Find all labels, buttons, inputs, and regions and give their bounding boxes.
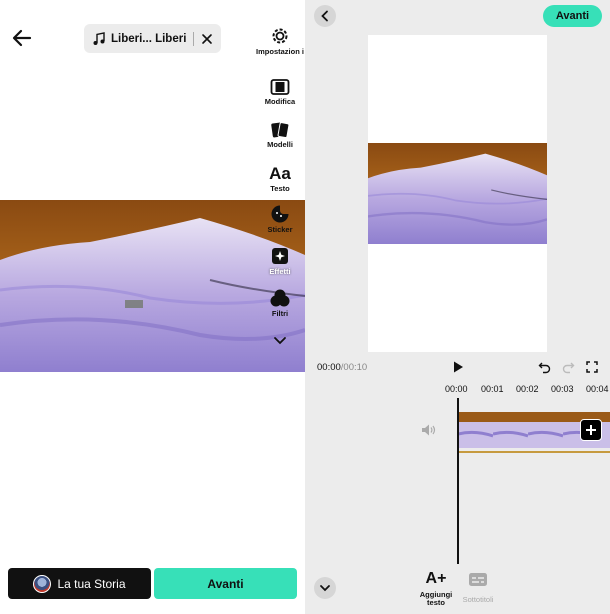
tool-more[interactable] [255,335,305,345]
tool-settings[interactable]: Impostazion i [255,26,305,56]
effects-icon [272,248,288,264]
add-text-icon: A+ [425,570,447,587]
chevron-down-icon [274,337,286,345]
video-preview [368,143,547,244]
back-arrow-icon[interactable] [10,26,34,50]
video-canvas [368,35,547,352]
tool-label: Modifica [264,97,296,106]
svg-text:Aa: Aa [269,164,291,183]
next-button[interactable]: Avanti [154,568,297,599]
undo-icon[interactable] [538,361,551,374]
subtitles-icon [469,573,487,586]
ruler-tick: 00:03 [551,384,574,394]
ruler-tick: 00:01 [481,384,504,394]
subtitles-button[interactable]: Sottotitoli [459,572,497,604]
music-selector[interactable]: Liberi... Liberi-... [84,24,221,53]
your-story-label: La tua Storia [57,576,126,591]
collapse-button[interactable] [314,577,336,599]
next-button[interactable]: Avanti [543,5,602,27]
tool-effects[interactable]: Effetti [255,246,305,276]
redo-icon[interactable] [562,361,575,374]
gear-icon [272,28,288,44]
back-button[interactable] [314,5,336,27]
chevron-down-icon [320,585,330,592]
story-editor-panel: Liberi... Liberi-... Impostazion i [0,0,305,614]
tool-label: Impostazion i [256,47,304,56]
music-note-icon [93,31,105,45]
edit-clip-icon [270,79,290,95]
audio-track-line [458,451,610,453]
volume-icon[interactable] [421,423,436,437]
tool-sticker[interactable]: Sticker [255,204,305,234]
subtitles-label: Sottotitoli [462,595,494,604]
avatar [33,574,52,593]
tool-text[interactable]: Aa Testo [255,163,305,193]
tool-templates[interactable]: Modelli [255,121,305,149]
music-title: Liberi... Liberi-... [111,32,186,45]
tool-label: Modelli [267,140,293,149]
tool-label: Filtri [271,309,289,318]
ruler-tick: 00:00 [445,384,468,394]
close-icon[interactable] [201,33,213,45]
add-text-button[interactable]: A+ Aggiungi testo [418,570,454,607]
divider [193,31,194,46]
tool-edit[interactable]: Modifica [255,78,305,106]
plus-icon [586,425,596,435]
tool-label: Effetti [269,267,291,276]
text-aa-icon: Aa [269,164,291,183]
add-clip-button[interactable] [580,419,602,441]
video-editor-panel: Avanti 00:00/00:10 00:00 00:01 00:02 00:… [305,0,610,614]
tool-label: Testo [270,184,290,193]
time-current: 00:00 [317,362,341,373]
ruler-tick: 00:04 [586,384,609,394]
add-text-label: Aggiungi testo [419,590,453,607]
chevron-left-icon [321,10,328,22]
tool-filters[interactable]: Filtri [255,288,305,318]
play-icon[interactable] [451,360,465,374]
time-total: 00:10 [343,362,368,373]
sticker-icon [271,205,289,223]
filters-icon [270,289,290,307]
tool-label: Sticker [267,225,293,234]
your-story-button[interactable]: La tua Storia [8,568,151,599]
fullscreen-icon[interactable] [586,361,598,373]
templates-icon [271,122,290,139]
playhead[interactable] [457,398,459,564]
ruler-tick: 00:02 [516,384,539,394]
timecode: 00:00/00:10 [317,362,367,373]
